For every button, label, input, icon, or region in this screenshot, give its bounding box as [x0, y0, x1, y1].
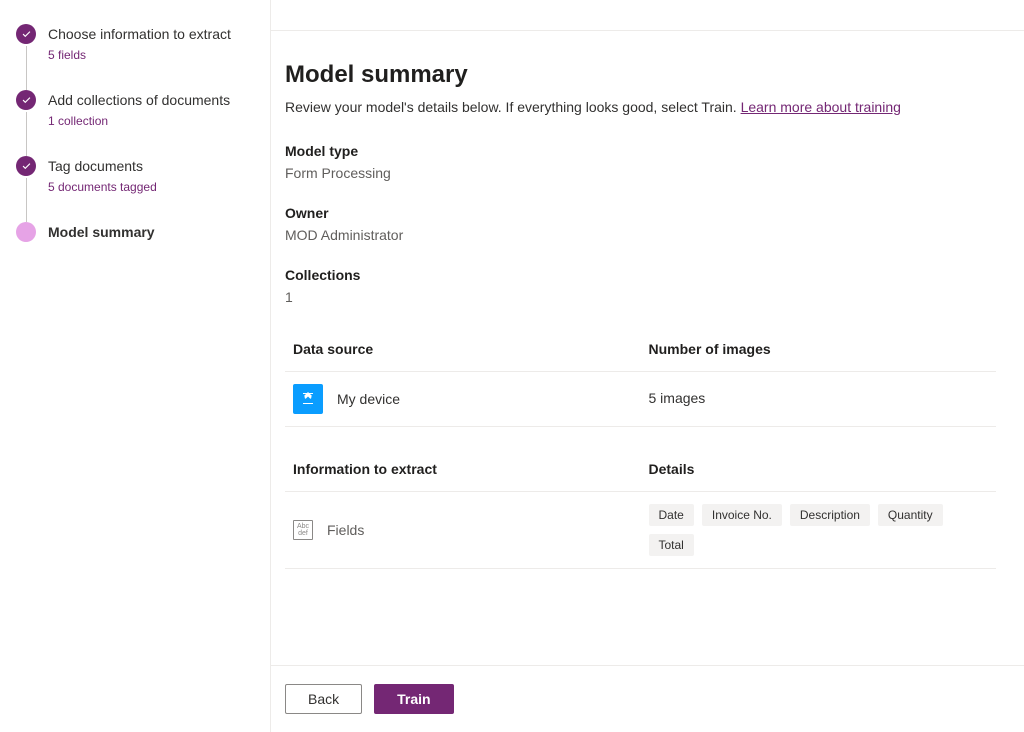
- tag: Total: [649, 534, 694, 556]
- col-data-source: Data source: [293, 341, 373, 357]
- detail-tags: Date Invoice No. Description Quantity To…: [649, 504, 989, 556]
- step-choose-info[interactable]: Choose information to extract 5 fields: [16, 24, 254, 90]
- check-icon: [16, 24, 36, 44]
- learn-more-link[interactable]: Learn more about training: [741, 99, 901, 115]
- step-label: Choose information to extract: [48, 24, 231, 44]
- table-row: My device 5 images: [285, 372, 996, 427]
- step-sub: 5 documents tagged: [48, 180, 157, 194]
- wizard-stepper: Choose information to extract 5 fields A…: [0, 0, 270, 732]
- model-type-value: Form Processing: [285, 165, 996, 181]
- step-connector: [26, 178, 27, 222]
- data-source-name: My device: [337, 391, 400, 407]
- col-info-extract: Information to extract: [293, 461, 437, 477]
- model-type-label: Model type: [285, 143, 996, 159]
- tag: Invoice No.: [702, 504, 782, 526]
- table-row: Abcdef Fields Date Invoice No. Descripti…: [285, 492, 996, 569]
- step-connector: [26, 112, 27, 156]
- extract-section: Information to extract Details Abcdef Fi…: [285, 449, 996, 569]
- main-panel: Model summary Review your model's detail…: [270, 0, 1024, 732]
- step-connector: [26, 46, 27, 90]
- check-icon: [16, 90, 36, 110]
- fields-label: Fields: [327, 522, 364, 538]
- data-source-section: Data source Number of images My device: [285, 329, 996, 427]
- check-icon: [16, 156, 36, 176]
- back-button[interactable]: Back: [285, 684, 362, 714]
- train-button[interactable]: Train: [374, 684, 453, 714]
- fields-icon: Abcdef: [293, 520, 313, 540]
- collections-label: Collections: [285, 267, 996, 283]
- owner-value: MOD Administrator: [285, 227, 996, 243]
- owner-label: Owner: [285, 205, 996, 221]
- col-details: Details: [649, 461, 695, 477]
- image-count: 5 images: [649, 390, 706, 406]
- tag: Quantity: [878, 504, 943, 526]
- step-label: Add collections of documents: [48, 90, 230, 110]
- page-description: Review your model's details below. If ev…: [285, 99, 996, 115]
- upload-icon: [293, 384, 323, 414]
- step-model-summary[interactable]: Model summary: [16, 222, 254, 270]
- tag: Date: [649, 504, 694, 526]
- desc-text: Review your model's details below. If ev…: [285, 99, 741, 115]
- step-tag-documents[interactable]: Tag documents 5 documents tagged: [16, 156, 254, 222]
- collections-value: 1: [285, 289, 996, 305]
- step-sub: 1 collection: [48, 114, 230, 128]
- step-label: Tag documents: [48, 156, 157, 176]
- tag: Description: [790, 504, 870, 526]
- col-num-images: Number of images: [649, 341, 771, 357]
- step-add-collections[interactable]: Add collections of documents 1 collectio…: [16, 90, 254, 156]
- page-title: Model summary: [285, 61, 996, 89]
- current-step-icon: [16, 222, 36, 242]
- footer-actions: Back Train: [271, 665, 1024, 732]
- step-sub: 5 fields: [48, 48, 231, 62]
- step-label: Model summary: [48, 222, 155, 242]
